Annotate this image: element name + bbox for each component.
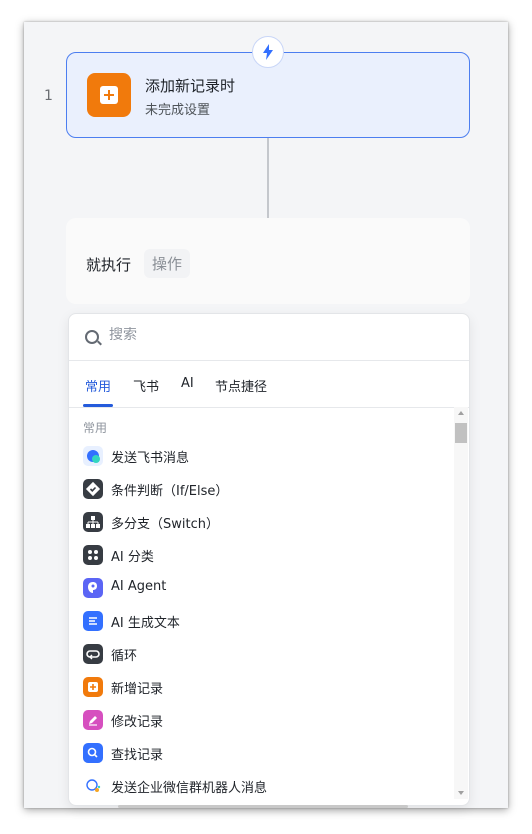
tab-ai[interactable]: AI — [181, 376, 194, 391]
list-item-label: AI 生成文本 — [111, 616, 180, 631]
list-item-label: 新增记录 — [111, 682, 164, 697]
list-item-label: 修改记录 — [111, 715, 164, 730]
list-item-label: 发送企业微信群机器人消息 — [111, 781, 268, 796]
search-bar — [69, 314, 469, 361]
tab-common[interactable]: 常用 — [85, 376, 111, 395]
action-node-card[interactable]: 就执行 操作 — [66, 218, 470, 304]
trigger-subtitle: 未完成设置 — [145, 103, 211, 118]
action-chip[interactable]: 操作 — [144, 249, 191, 278]
loop-icon — [83, 644, 103, 664]
scroll-up-arrow-icon[interactable] — [458, 411, 464, 415]
list-item-label: 查找记录 — [111, 748, 164, 763]
list-item[interactable]: 发送飞书消息 — [69, 440, 453, 473]
ai-classify-icon — [83, 545, 103, 565]
tab-node-shortcuts[interactable]: 节点捷径 — [215, 376, 267, 395]
vertical-scrollbar[interactable] — [454, 407, 468, 799]
horizontal-scrollbar[interactable] — [118, 805, 408, 808]
add-record-icon — [87, 73, 131, 117]
list-item[interactable]: 条件判断（If/Else） — [69, 473, 453, 506]
list-item[interactable]: 多分支（Switch） — [69, 506, 453, 539]
list-item[interactable]: AI 分类 — [69, 539, 453, 572]
trigger-title: 添加新记录时 — [145, 77, 236, 95]
ai-text-icon — [83, 611, 103, 631]
node-list: 发送飞书消息 条件判断（If/Else） 多分支（Switch） AI 分类 A… — [69, 440, 453, 803]
scroll-down-arrow-icon[interactable] — [458, 791, 464, 795]
add-record-icon — [83, 677, 103, 697]
list-item[interactable]: 查找记录 — [69, 737, 453, 770]
wecom-bot-icon — [83, 776, 103, 796]
feishu-message-icon — [83, 446, 103, 466]
list-item-label: AI Agent — [111, 579, 167, 594]
list-item[interactable]: 发送企业微信群机器人消息 — [69, 770, 453, 803]
list-item[interactable]: AI Agent — [69, 572, 453, 605]
flow-connector-line — [267, 138, 269, 218]
branch-icon — [83, 512, 103, 532]
ai-agent-icon — [83, 578, 103, 598]
section-title: 常用 — [83, 421, 108, 435]
list-item-label: 多分支（Switch） — [111, 517, 219, 532]
list-item-label: AI 分类 — [111, 550, 154, 565]
list-item[interactable]: 修改记录 — [69, 704, 453, 737]
find-record-icon — [83, 743, 103, 763]
tab-feishu[interactable]: 飞书 — [133, 376, 159, 395]
list-item-label: 发送飞书消息 — [111, 451, 190, 466]
tab-bar: 常用 飞书 AI 节点捷径 — [69, 361, 469, 408]
node-picker-panel: 常用 飞书 AI 节点捷径 常用 发送飞书消息 条件判断（If/Else） 多分… — [68, 313, 470, 806]
list-item[interactable]: 循环 — [69, 638, 453, 671]
list-item-label: 循环 — [111, 649, 138, 664]
list-item[interactable]: AI 生成文本 — [69, 605, 453, 638]
list-item-label: 条件判断（If/Else） — [111, 484, 229, 499]
edit-record-icon — [83, 710, 103, 730]
scroll-thumb[interactable] — [455, 423, 467, 443]
search-input[interactable] — [109, 327, 439, 343]
action-label: 就执行 — [86, 256, 132, 274]
line-number: 1 — [44, 88, 53, 104]
list-item[interactable]: 新增记录 — [69, 671, 453, 704]
active-tab-indicator — [83, 404, 113, 407]
search-icon — [85, 330, 99, 344]
condition-icon — [83, 479, 103, 499]
lightning-icon — [252, 36, 284, 68]
